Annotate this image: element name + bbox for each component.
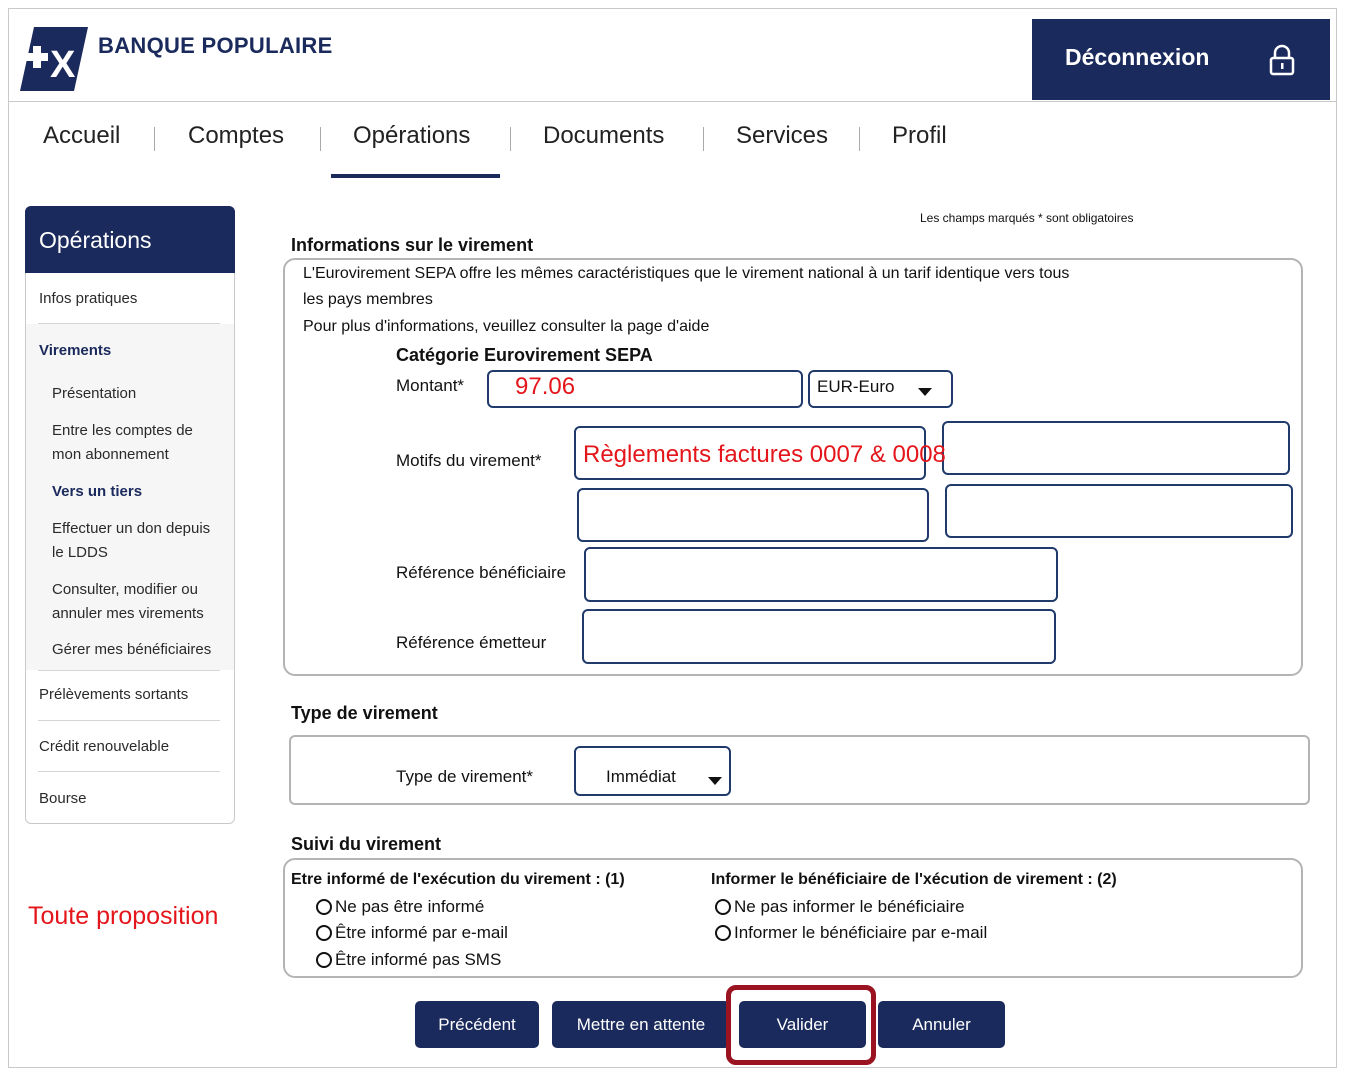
sidebar-item-don-ldds-2[interactable]: le LDDS [52,541,108,565]
info-text-line2: les pays membres [303,291,433,308]
currency-value: EUR-Euro [817,377,895,396]
annotation-text: Toute proposition [28,902,219,930]
category-title: Catégorie Eurovirement SEPA [396,345,653,365]
ref-benef-label: Référence bénéficiaire [396,563,567,582]
radio-option-sms[interactable]: Être informé pas SMS [316,950,501,970]
motif-input-3[interactable] [577,488,929,542]
suivi-left-title: Etre informé de l'exécution du virement … [291,871,625,888]
info-text-line1: L'Eurovirement SEPA offre les mêmes cara… [303,265,1070,282]
radio-option-no-info[interactable]: Ne pas être informé [316,897,484,917]
suivi-right-title: Informer le bénéficiaire de l'xécution d… [711,871,1117,888]
radio-button[interactable] [715,899,731,915]
ref-benef-input[interactable] [584,547,1058,602]
nav-separator [859,127,860,151]
sidebar-item-vers-tiers[interactable]: Vers un tiers [52,480,142,504]
motif-input-2[interactable] [942,421,1290,475]
nav-documents[interactable]: Documents [543,122,664,150]
sidebar-title: Opérations [39,227,152,253]
amount-label: Montant* [396,376,465,395]
sidebar-item-bourse[interactable]: Bourse [39,787,87,811]
ref-emetteur-label: Référence émetteur [396,633,547,652]
previous-button[interactable]: Précédent [415,1001,539,1048]
radio-label: Ne pas être informé [335,897,485,916]
radio-button[interactable] [316,899,332,915]
sidebar-divider [38,771,220,772]
nav-separator [154,127,155,151]
nav-active-indicator [331,174,500,178]
sidebar-divider [38,323,220,324]
cancel-button[interactable]: Annuler [878,1001,1005,1048]
type-section-title: Type de virement [291,703,438,723]
radio-button[interactable] [316,925,332,941]
motif-value: Règlements factures 0007 & 0008 [583,441,946,468]
validate-button[interactable]: Valider [739,1001,866,1048]
sidebar-divider [38,670,220,671]
ref-emetteur-input[interactable] [582,609,1056,664]
header-divider [8,101,1337,102]
sidebar-item-consulter[interactable]: Consulter, modifier ou [52,578,198,602]
radio-button[interactable] [316,952,332,968]
sidebar-item-infos[interactable]: Infos pratiques [39,287,137,311]
chevron-down-icon[interactable] [918,383,932,401]
sidebar-divider [38,720,220,721]
type-label: Type de virement* [396,767,534,786]
logout-label[interactable]: Déconnexion [1065,44,1209,71]
chevron-down-icon[interactable] [708,772,722,790]
sidebar-item-entre-comptes[interactable]: Entre les comptes de [52,419,193,443]
nav-services[interactable]: Services [736,122,828,150]
sidebar-item-entre-comptes-2[interactable]: mon abonnement [52,443,169,467]
type-value: Immédiat [606,767,676,786]
sidebar-item-presentation[interactable]: Présentation [52,382,136,406]
svg-text:X: X [50,44,76,86]
nav-accueil[interactable]: Accueil [43,122,120,150]
nav-profil[interactable]: Profil [892,122,947,150]
lock-icon[interactable] [1266,44,1298,81]
radio-label: Ne pas informer le bénéficiaire [734,897,965,916]
info-section-title: Informations sur le virement [291,235,534,255]
required-note: Les champs marqués * sont obligatoires [920,211,1134,225]
sidebar-item-prelevements[interactable]: Prélèvements sortants [39,683,188,707]
sidebar-item-credit[interactable]: Crédit renouvelable [39,735,169,759]
sidebar-item-beneficiaires[interactable]: Gérer mes bénéficiaires [52,638,211,662]
motif-input-4[interactable] [945,484,1293,538]
radio-label: Être informé par e-mail [335,923,508,942]
brand-name: BANQUE POPULAIRE [98,33,333,58]
radio-option-no-benef[interactable]: Ne pas informer le bénéficiaire [715,897,965,917]
nav-separator [703,127,704,151]
radio-option-email[interactable]: Être informé par e-mail [316,923,508,943]
nav-comptes[interactable]: Comptes [188,122,284,150]
amount-value: 97.06 [515,373,576,400]
radio-option-benef-email[interactable]: Informer le bénéficiaire par e-mail [715,923,987,943]
suivi-section-title: Suivi du virement [291,834,442,854]
sidebar-item-virements[interactable]: Virements [39,339,111,363]
nav-separator [510,127,511,151]
nav-separator [320,127,321,151]
sidebar-item-consulter-2[interactable]: annuler mes virements [52,602,204,626]
radio-label: Être informé pas SMS [335,950,502,969]
hold-button[interactable]: Mettre en attente [552,1001,730,1048]
radio-button[interactable] [715,925,731,941]
motif-label: Motifs du virement* [396,451,542,470]
sidebar-item-don-ldds[interactable]: Effectuer un don depuis [52,517,210,541]
radio-label: Informer le bénéficiaire par e-mail [734,923,988,942]
nav-operations[interactable]: Opérations [353,122,470,150]
info-text-line3: Pour plus d'informations, veuillez consu… [303,318,710,335]
bank-logo[interactable]: X [20,27,88,91]
